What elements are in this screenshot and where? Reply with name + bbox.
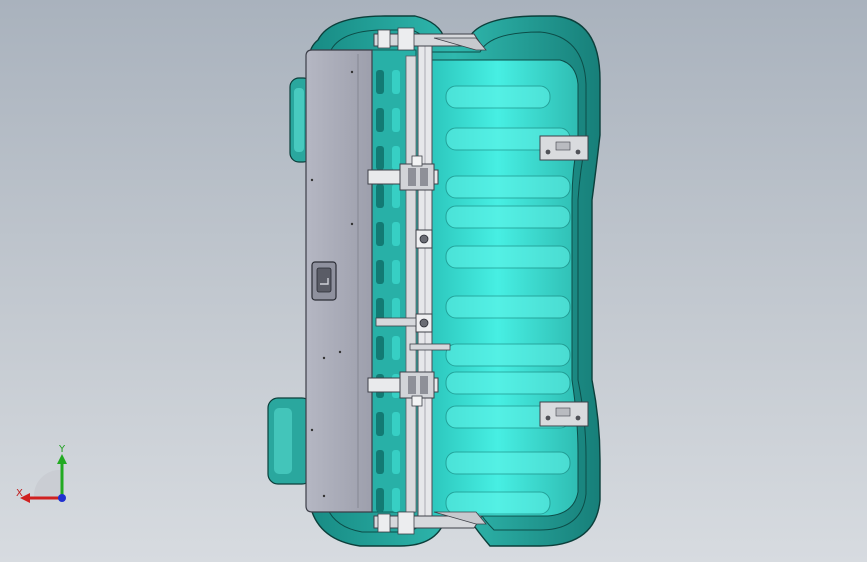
cushion-rib [445, 205, 571, 229]
lid-latch[interactable] [311, 261, 337, 301]
cushion-rib [445, 295, 571, 319]
y-axis-arrow [57, 454, 67, 464]
cushion-rib [445, 175, 571, 199]
cad-viewport[interactable]: Y X [0, 0, 867, 562]
mount-bracket-upper [539, 135, 589, 161]
channel-slot [392, 184, 400, 208]
channel-slot [376, 488, 384, 512]
channel-slot [392, 336, 400, 360]
coordinate-triad: Y X [16, 444, 67, 503]
channel-slot [376, 146, 384, 170]
cushion-rib [445, 451, 571, 475]
channel-slot [392, 108, 400, 132]
cushion-rib [445, 85, 551, 109]
z-axis-dot [58, 494, 66, 502]
pivot-rail [405, 33, 433, 529]
channel-slot [376, 336, 384, 360]
y-axis-label: Y [58, 444, 66, 455]
channel-slot [392, 450, 400, 474]
rail-bolt-upper [415, 229, 433, 249]
channel-slot [376, 184, 384, 208]
channel-slot [376, 108, 384, 132]
channel-slot [392, 222, 400, 246]
x-axis-label: X [16, 488, 23, 499]
seat-assembly-model[interactable] [0, 0, 867, 562]
channel-slot [376, 450, 384, 474]
cushion-rib [445, 343, 571, 367]
channel-slot [392, 412, 400, 436]
channel-slot [392, 70, 400, 94]
channel-slot [376, 70, 384, 94]
channel-slot [376, 412, 384, 436]
channel-slot [392, 260, 400, 284]
mount-bracket-lower [539, 401, 589, 427]
channel-slot [392, 146, 400, 170]
channel-slot [376, 222, 384, 246]
cushion-rib [445, 371, 571, 395]
cushion-rib [445, 245, 571, 269]
channel-slot [376, 260, 384, 284]
cushion-rib [445, 491, 551, 515]
channel-slot [392, 488, 400, 512]
